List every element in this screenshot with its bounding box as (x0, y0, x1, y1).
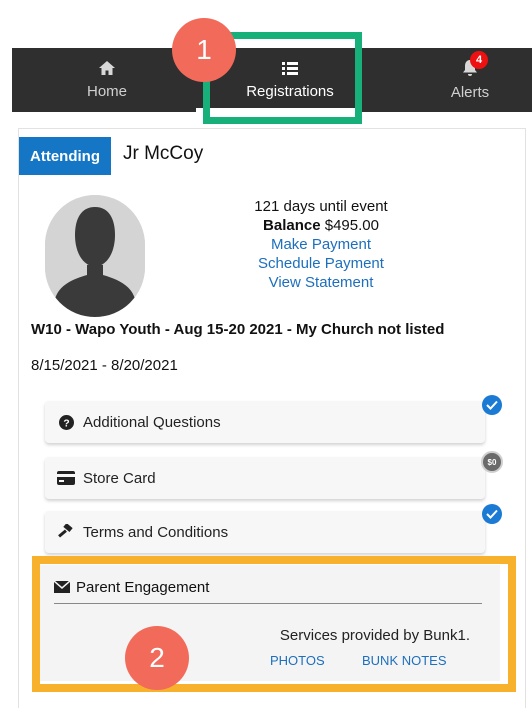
questions-complete-check-icon (482, 395, 502, 415)
view-statement-link[interactable]: View Statement (231, 273, 411, 292)
terms-section[interactable]: Terms and Conditions (45, 511, 485, 553)
services-provided-text: Services provided by Bunk1. (279, 627, 470, 644)
question-circle-icon: ? (57, 414, 75, 430)
credit-card-icon (57, 470, 75, 486)
card-header: Attending Jr McCoy (19, 129, 525, 175)
nav-home[interactable]: Home (52, 48, 162, 112)
nav-alerts-label: Alerts (450, 84, 490, 101)
balance-amount: $495.00 (324, 217, 379, 234)
envelope-icon (54, 581, 70, 593)
additional-questions-section[interactable]: ? Additional Questions (45, 401, 485, 443)
nav-registrations-label: Registrations (246, 83, 334, 100)
alerts-count-badge: 4 (470, 51, 488, 69)
additional-questions-label: Additional Questions (83, 413, 221, 431)
avatar (45, 195, 145, 317)
balance-label: Balance (263, 217, 321, 234)
parent-engagement-panel: Parent Engagement Services provided by B… (40, 565, 500, 681)
parent-engagement-header[interactable]: Parent Engagement (54, 571, 482, 604)
event-title: W10 - Wapo Youth - Aug 15-20 2021 - My C… (31, 321, 445, 338)
store-card-section[interactable]: Store Card (45, 457, 485, 499)
camper-name: Jr McCoy (123, 143, 204, 164)
make-payment-link[interactable]: Make Payment (231, 235, 411, 254)
step-marker-2: 2 (125, 626, 189, 690)
parent-engagement-label: Parent Engagement (76, 578, 210, 596)
store-card-balance-badge: $0 (481, 451, 503, 473)
store-card-label: Store Card (83, 469, 156, 487)
nav-home-label: Home (86, 83, 127, 100)
days-until-event: 121 days until event (254, 198, 388, 215)
terms-complete-check-icon (482, 504, 502, 524)
top-nav-bar: Home Registrations 4 Alerts (12, 48, 532, 112)
gavel-icon (57, 524, 75, 540)
schedule-payment-link[interactable]: Schedule Payment (231, 254, 411, 273)
list-icon (281, 60, 299, 79)
bunk-notes-link[interactable]: BUNK NOTES (362, 653, 447, 668)
event-dates: 8/15/2021 - 8/20/2021 (31, 357, 178, 374)
attending-tab[interactable]: Attending (19, 137, 111, 175)
step-marker-1: 1 (172, 18, 236, 82)
photos-link[interactable]: PHOTOS (270, 653, 325, 668)
bell-icon: 4 (462, 51, 488, 80)
svg-text:?: ? (63, 418, 69, 429)
person-silhouette-icon (45, 195, 145, 317)
balance-line: Balance $495.00 (231, 216, 411, 235)
active-tab-indicator (196, 108, 360, 112)
nav-alerts[interactable]: 4 Alerts (410, 48, 530, 112)
terms-label: Terms and Conditions (83, 523, 229, 541)
registration-summary: 121 days until event Balance $495.00 Mak… (231, 197, 411, 292)
home-icon (98, 60, 116, 79)
